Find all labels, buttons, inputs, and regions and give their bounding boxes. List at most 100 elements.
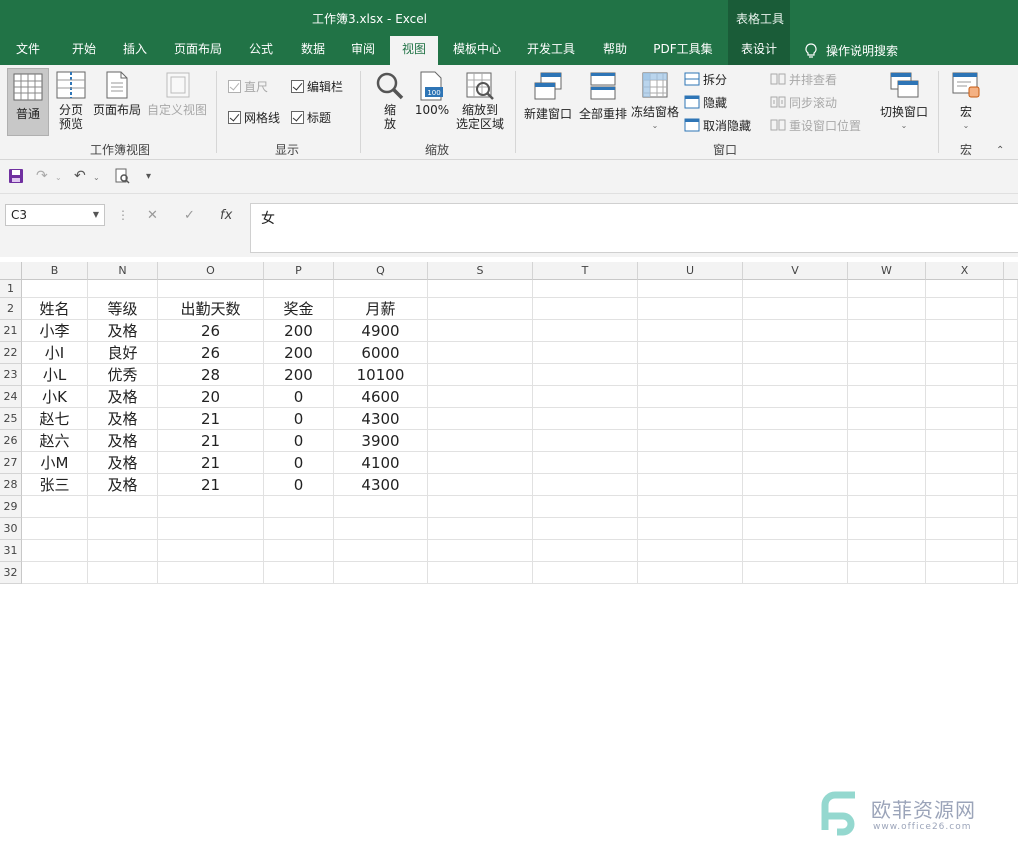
row-header[interactable]: 24: [0, 386, 22, 408]
cell[interactable]: [428, 452, 533, 474]
chevron-down-icon[interactable]: ⌄: [55, 173, 62, 182]
cell[interactable]: [88, 496, 158, 518]
cell[interactable]: [264, 496, 334, 518]
column-header[interactable]: P: [264, 262, 334, 280]
custom-views-button[interactable]: 自定义视图: [145, 71, 209, 137]
cell[interactable]: [264, 518, 334, 540]
cell[interactable]: [743, 540, 848, 562]
column-header[interactable]: S: [428, 262, 533, 280]
cell[interactable]: [926, 562, 1004, 584]
cell[interactable]: [1004, 342, 1018, 364]
cell[interactable]: [264, 540, 334, 562]
reset-window-position-button[interactable]: 重设窗口位置: [770, 116, 861, 134]
cell[interactable]: 张三: [22, 474, 88, 496]
column-header[interactable]: O: [158, 262, 264, 280]
arrange-all-button[interactable]: 全部重排: [577, 71, 629, 137]
cell[interactable]: [848, 474, 926, 496]
cell[interactable]: [926, 518, 1004, 540]
cell[interactable]: [926, 298, 1004, 320]
headings-checkbox[interactable]: 标题: [291, 108, 331, 126]
cell[interactable]: [638, 518, 743, 540]
page-layout-view-button[interactable]: 页面布局: [90, 71, 144, 137]
new-window-button[interactable]: 新建窗口: [521, 71, 575, 137]
cell[interactable]: [638, 320, 743, 342]
cell[interactable]: [1004, 452, 1018, 474]
zoom-to-selection-button[interactable]: 缩放到 选定区域: [452, 71, 508, 137]
cell[interactable]: 21: [158, 452, 264, 474]
cell[interactable]: [533, 430, 638, 452]
cell[interactable]: 200: [264, 320, 334, 342]
cell[interactable]: [428, 562, 533, 584]
cell[interactable]: [428, 386, 533, 408]
cell[interactable]: [1004, 320, 1018, 342]
tab-pdf-tools[interactable]: PDF工具集: [645, 36, 721, 65]
switch-windows-button[interactable]: 切换窗口 ⌄: [876, 71, 932, 141]
cell[interactable]: 赵七: [22, 408, 88, 430]
cell[interactable]: 等级: [88, 298, 158, 320]
cell[interactable]: [743, 518, 848, 540]
cell[interactable]: [743, 320, 848, 342]
cell[interactable]: [22, 562, 88, 584]
cell[interactable]: 4600: [334, 386, 428, 408]
chevron-down-icon[interactable]: ⌄: [93, 173, 100, 182]
tab-template-center[interactable]: 模板中心: [444, 36, 510, 65]
page-break-preview-button[interactable]: 分页 预览: [52, 71, 90, 137]
cell[interactable]: [743, 474, 848, 496]
tab-file[interactable]: 文件: [6, 36, 50, 65]
cell[interactable]: [533, 452, 638, 474]
redo-icon[interactable]: ↷: [36, 168, 48, 184]
column-header[interactable]: W: [848, 262, 926, 280]
cell[interactable]: 21: [158, 430, 264, 452]
cell[interactable]: [533, 408, 638, 430]
cell[interactable]: 及格: [88, 474, 158, 496]
row-header[interactable]: 30: [0, 518, 22, 540]
cell[interactable]: [264, 280, 334, 298]
cell[interactable]: 赵六: [22, 430, 88, 452]
row-header[interactable]: 27: [0, 452, 22, 474]
cell[interactable]: 良好: [88, 342, 158, 364]
cell[interactable]: [926, 386, 1004, 408]
cell[interactable]: [743, 298, 848, 320]
cell[interactable]: [848, 518, 926, 540]
cell[interactable]: [533, 280, 638, 298]
cell[interactable]: [848, 320, 926, 342]
cell[interactable]: [926, 320, 1004, 342]
cell[interactable]: [926, 430, 1004, 452]
cell[interactable]: 200: [264, 342, 334, 364]
tab-view[interactable]: 视图: [390, 36, 438, 65]
cell[interactable]: [743, 452, 848, 474]
cell[interactable]: 及格: [88, 386, 158, 408]
cell[interactable]: [848, 280, 926, 298]
row-header[interactable]: 26: [0, 430, 22, 452]
cell[interactable]: [158, 518, 264, 540]
cell[interactable]: 小I: [22, 342, 88, 364]
cell[interactable]: [1004, 386, 1018, 408]
column-header[interactable]: T: [533, 262, 638, 280]
cell[interactable]: 及格: [88, 408, 158, 430]
ruler-checkbox[interactable]: 直尺: [228, 77, 268, 95]
cell[interactable]: [533, 518, 638, 540]
cell[interactable]: [428, 496, 533, 518]
cancel-icon[interactable]: ✕: [147, 208, 158, 223]
tab-table-design[interactable]: 表设计: [728, 36, 790, 65]
unhide-button[interactable]: 取消隐藏: [684, 116, 751, 134]
cell[interactable]: [638, 280, 743, 298]
cell[interactable]: [533, 298, 638, 320]
cell[interactable]: [848, 452, 926, 474]
collapse-ribbon-icon[interactable]: ⌃: [996, 145, 1004, 156]
cell[interactable]: [22, 518, 88, 540]
cell[interactable]: [428, 408, 533, 430]
cell[interactable]: [334, 496, 428, 518]
cell[interactable]: [638, 540, 743, 562]
tab-formulas[interactable]: 公式: [238, 36, 284, 65]
cell[interactable]: 4300: [334, 474, 428, 496]
cell[interactable]: [1004, 562, 1018, 584]
cell[interactable]: 0: [264, 430, 334, 452]
cell[interactable]: [334, 280, 428, 298]
cell[interactable]: [428, 320, 533, 342]
cell[interactable]: [926, 452, 1004, 474]
cell[interactable]: [158, 280, 264, 298]
cell[interactable]: 及格: [88, 430, 158, 452]
cell[interactable]: [264, 562, 334, 584]
cell[interactable]: 6000: [334, 342, 428, 364]
